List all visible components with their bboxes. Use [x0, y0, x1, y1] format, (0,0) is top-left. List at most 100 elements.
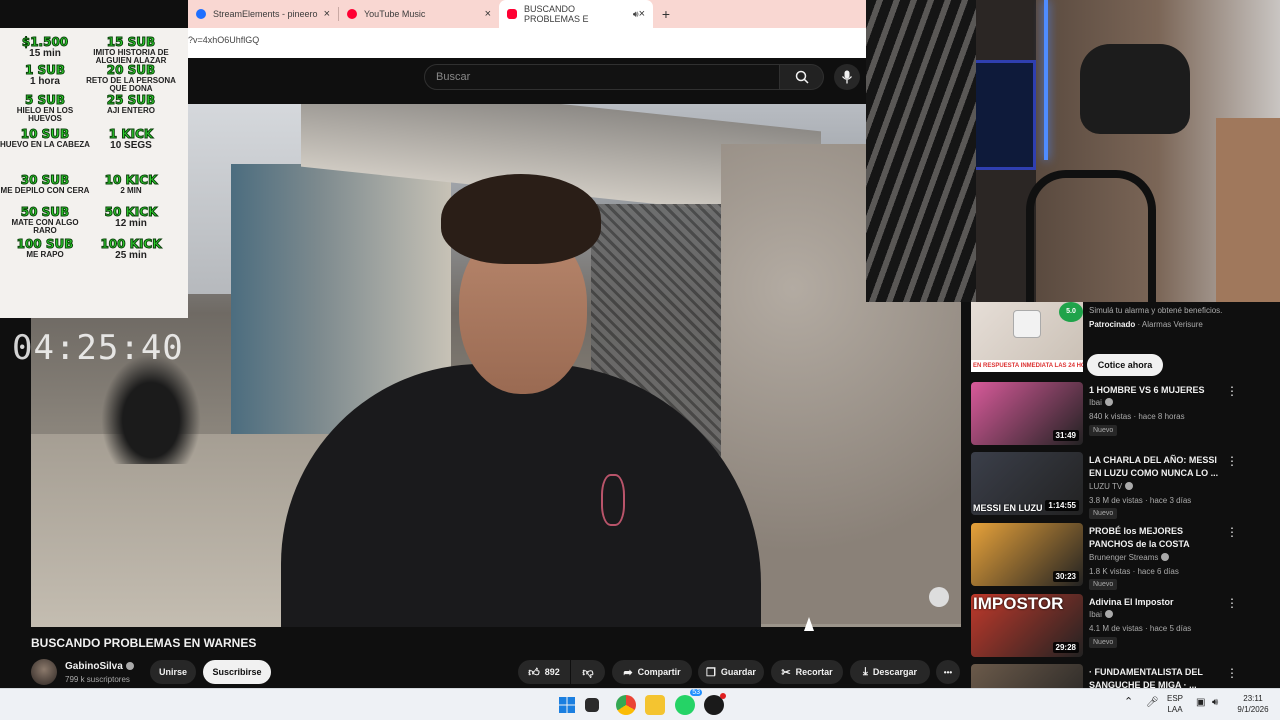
tab-active-video[interactable]: BUSCANDO PROBLEMAS E 🔊︎ ×	[499, 0, 653, 28]
recommended-title[interactable]: LA CHARLA DEL AÑO: MESSI EN LUZU COMO NU…	[1089, 454, 1229, 480]
scissors-icon: ✂	[781, 666, 791, 679]
recommended-title[interactable]: 1 HOMBRE VS 6 MUJERES	[1089, 384, 1229, 397]
reward-item: 10 KICK 2 MIN	[86, 174, 176, 195]
reward-title: 30 SUB	[20, 173, 70, 187]
recommended-title[interactable]: · FUNDAMENTALISTA DEL SANGUCHE DE MIGA ·…	[1089, 666, 1229, 688]
reward-title: 10 SUB	[20, 127, 70, 141]
screen: { "browser": { "tabs": [ {"label": "Stre…	[0, 0, 1280, 720]
share-button[interactable]: ➦ Compartir	[612, 660, 692, 684]
more-options-icon[interactable]: ⋮	[1226, 596, 1238, 610]
reward-description: 1 hora	[29, 76, 60, 87]
more-actions-button[interactable]: •••	[936, 660, 960, 684]
new-tab-button[interactable]: +	[653, 0, 679, 28]
reward-title: 15 SUB	[106, 35, 156, 49]
thumbnail-caption: MESSI EN LUZU	[973, 503, 1043, 513]
ad-strip-text: EN RESPUESTA INMEDIATA LAS 24 HORA	[971, 360, 1083, 372]
video-thumbnail[interactable]: 31:49	[971, 382, 1083, 445]
video-duration: 31:49	[1052, 430, 1079, 441]
reward-item: 50 SUB MATE CON ALGO RARO	[0, 206, 90, 235]
alarm-device-image	[1013, 310, 1041, 338]
volume-icon[interactable]: 🔊︎	[1212, 697, 1218, 708]
webcam-feed	[866, 0, 1280, 302]
save-label: Guardar	[720, 667, 756, 677]
close-icon[interactable]: ×	[639, 8, 645, 20]
youtube-icon	[507, 9, 517, 19]
verified-icon	[1125, 482, 1134, 490]
stream-timer: 04:25:40	[12, 328, 184, 368]
recommended-video[interactable]: · FUNDAMENTALISTA DEL SANGUCHE DE MIGA ·…	[971, 664, 1280, 688]
bookmark-icon: ❐	[706, 666, 716, 679]
task-view-icon[interactable]	[585, 698, 599, 712]
search-button[interactable]	[780, 64, 824, 90]
recommended-video[interactable]: 31:49 1 HOMBRE VS 6 MUJERES Ibai 840 k vist…	[971, 382, 1280, 446]
video-thumbnail[interactable]: IMPOSTOR 29:28	[971, 594, 1083, 657]
tab-youtube-music[interactable]: YouTube Music ×	[339, 0, 499, 28]
view-stats: 840 k vistas · hace 8 horas	[1089, 412, 1185, 421]
reward-description: 10 SEGS	[110, 140, 152, 151]
windows-start-icon[interactable]	[557, 695, 577, 715]
reward-description: HUEVO EN LA CABEZA	[0, 140, 90, 149]
channel-name[interactable]: GabinoSilva	[65, 661, 134, 672]
youtube-music-icon	[347, 9, 357, 19]
reward-item: 10 SUB HUEVO EN LA CABEZA	[0, 128, 90, 149]
recommended-channel[interactable]: LUZU TV	[1089, 482, 1134, 491]
ad-thumbnail[interactable]: 5.0 EN RESPUESTA INMEDIATA LAS 24 HORA	[971, 302, 1083, 372]
like-button[interactable]: 👍︎ 892	[518, 660, 570, 684]
more-options-icon[interactable]: ⋮	[1226, 384, 1238, 398]
search-input[interactable]: Buscar	[424, 64, 780, 90]
close-icon[interactable]: ×	[485, 8, 491, 20]
thumbs-up-icon: 👍︎	[528, 666, 540, 679]
reward-item: 20 SUB RETO DE LA PERSONA QUE DONA	[86, 64, 176, 93]
hoodie	[281, 364, 761, 627]
more-options-icon[interactable]: ⋮	[1226, 525, 1238, 539]
hoodie-logo	[601, 474, 625, 526]
video-duration: 30:23	[1052, 571, 1079, 582]
recommended-title[interactable]: Adivina El Impostor	[1089, 596, 1229, 609]
recommended-video[interactable]: MESSI EN LUZU 1:14:55 LA CHARLA DEL AÑO: M…	[971, 452, 1280, 519]
browser-tab-strip: StreamElements - pineero × YouTube Music…	[188, 0, 866, 28]
clip-button[interactable]: ✂ Recortar	[771, 660, 843, 684]
tab-streamelements[interactable]: StreamElements - pineero ×	[188, 0, 338, 28]
network-icon[interactable]: ▣	[1196, 697, 1205, 708]
cta-button[interactable]: Cotice ahora	[1087, 354, 1163, 376]
dislike-button[interactable]: 👎︎	[571, 660, 605, 684]
whatsapp-icon[interactable]: 53	[675, 689, 702, 715]
tray-overflow-icon[interactable]: ⌃	[1124, 697, 1133, 708]
keyboard-layout: LAA	[1167, 705, 1183, 714]
language-indicator[interactable]: ESP LAA	[1167, 693, 1183, 715]
download-button[interactable]: ⤓ Descargar	[850, 660, 930, 684]
time-text: 23:11	[1243, 694, 1263, 703]
more-options-icon[interactable]: ⋮	[1226, 454, 1238, 468]
date-text: 9/1/2026	[1237, 705, 1269, 714]
reward-description: AJI ENTERO	[106, 106, 155, 115]
channel-avatar[interactable]	[31, 659, 57, 685]
recommended-video[interactable]: IMPOSTOR 29:28 Adivina El Impostor Ibai 4.1 …	[971, 594, 1280, 658]
address-bar[interactable]: ?v=4xhO6UhflGQ	[188, 28, 866, 58]
reward-item: 25 SUB AJI ENTERO	[86, 94, 176, 115]
recommended-title[interactable]: PROBÉ los MEJORES PANCHOS de la COSTA AR…	[1089, 525, 1229, 551]
recommended-video[interactable]: 30:23 PROBÉ los MEJORES PANCHOS de la COS…	[971, 523, 1280, 590]
voice-search-button[interactable]	[834, 64, 860, 90]
video-thumbnail[interactable]: 30:23	[971, 523, 1083, 586]
file-explorer-icon[interactable]	[645, 695, 665, 715]
reward-title: 50 KICK	[104, 205, 158, 219]
reward-title: 100 SUB	[16, 237, 74, 251]
close-icon[interactable]: ×	[324, 8, 330, 20]
chrome-icon[interactable]	[616, 695, 636, 715]
clock[interactable]: 23:11 9/1/2026	[1232, 693, 1274, 715]
recommended-channel[interactable]: Brunenger Streams	[1089, 553, 1170, 562]
join-button[interactable]: Unirse	[150, 660, 196, 684]
obs-icon[interactable]	[704, 693, 726, 715]
reward-description: 12 min	[115, 218, 147, 229]
more-options-icon[interactable]: ⋮	[1226, 666, 1238, 680]
recommended-channel[interactable]: Ibai	[1089, 398, 1113, 407]
video-thumbnail[interactable]	[971, 664, 1083, 688]
save-button[interactable]: ❐ Guardar	[698, 660, 764, 684]
microphone-tray-icon[interactable]: 🎤︎	[1146, 697, 1159, 708]
recommended-channel[interactable]: Ibai	[1089, 610, 1113, 619]
video-thumbnail[interactable]: MESSI EN LUZU 1:14:55	[971, 452, 1083, 515]
watermark-icon	[929, 587, 949, 607]
subscribe-button[interactable]: Suscribirse	[203, 660, 271, 684]
channel-text: Ibai	[1089, 610, 1102, 619]
tab-label: StreamElements - pineero	[213, 9, 318, 19]
